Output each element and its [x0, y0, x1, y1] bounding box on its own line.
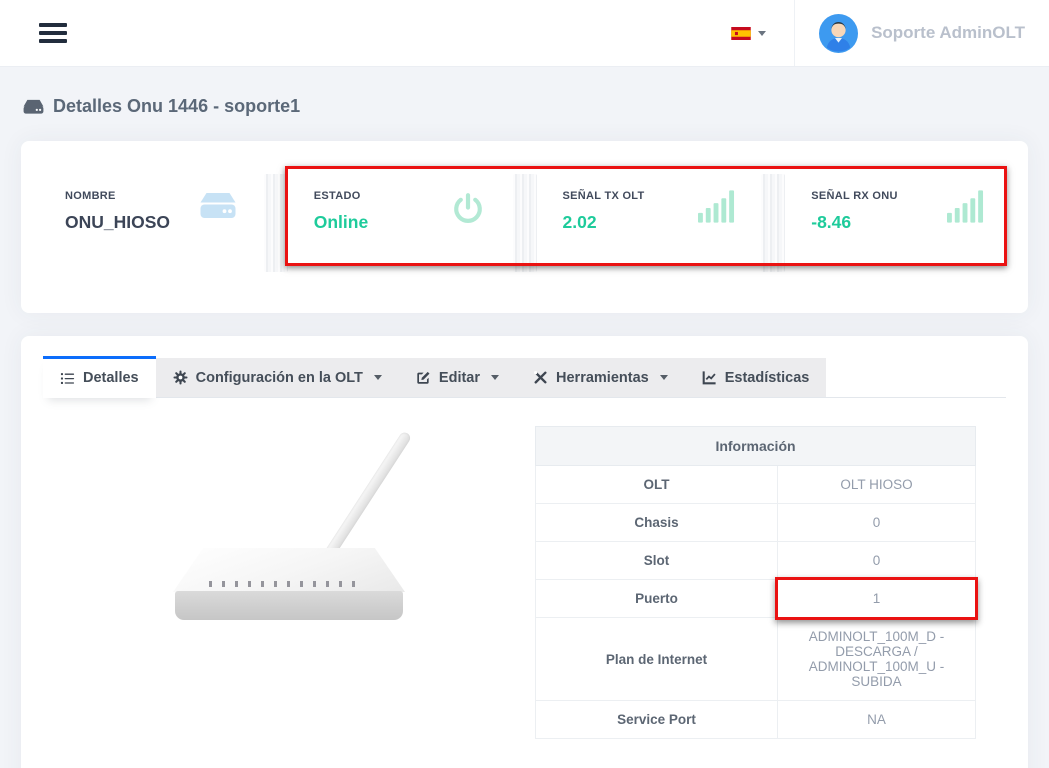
led-dot [261, 581, 264, 587]
stat-label: SEÑAL RX ONU [811, 190, 898, 202]
stat-value: 2.02 [563, 212, 645, 233]
top-header: Soporte AdminOLT [0, 0, 1049, 67]
signal-bars-icon [698, 190, 735, 223]
onu-product-image [173, 434, 405, 622]
onu-image-column [43, 426, 535, 739]
tab-label: Configuración en la OLT [196, 370, 363, 386]
led-dot [287, 581, 290, 587]
row-value: OLT HIOSO [778, 466, 976, 504]
info-table: Información OLT OLT HIOSO Chasis 0 [535, 426, 976, 739]
table-row: Service Port NA [536, 701, 976, 739]
stat-value: -8.46 [811, 212, 898, 233]
stat-label: ESTADO [314, 190, 368, 202]
table-row: OLT OLT HIOSO [536, 466, 976, 504]
chart-icon [702, 370, 717, 385]
stat-divider [264, 174, 288, 272]
chevron-down-icon [491, 375, 499, 380]
server-icon [198, 190, 238, 222]
stat-divider [761, 174, 785, 272]
row-value-highlighted-red: 1 [778, 580, 976, 618]
edit-icon [416, 370, 431, 385]
tab-detalles[interactable]: Detalles [43, 356, 156, 398]
tab-bar: Detalles Configuración en la OLT [43, 356, 1006, 398]
stat-senal-rx-onu: SEÑAL RX ONU -8.46 [785, 187, 1010, 233]
stats-row: NOMBRE ONU_HIOSO ESTADO Online [21, 141, 1028, 313]
avatar [819, 14, 858, 53]
chevron-down-icon [374, 375, 382, 380]
user-profile[interactable]: Soporte AdminOLT [794, 0, 1025, 66]
row-value: 0 [778, 504, 976, 542]
row-label: Service Port [536, 701, 778, 739]
table-row: Puerto 1 [536, 580, 976, 618]
led-dot [300, 581, 303, 587]
detalles-panel: Información OLT OLT HIOSO Chasis 0 [43, 426, 1006, 739]
tab-label: Herramientas [556, 370, 649, 386]
led-dot [235, 581, 238, 587]
row-value: NA [778, 701, 976, 739]
hamburger-icon [39, 31, 67, 35]
stat-label: SEÑAL TX OLT [563, 190, 645, 202]
gear-icon [173, 370, 188, 385]
stat-label: NOMBRE [65, 190, 170, 202]
onu-stats-card: NOMBRE ONU_HIOSO ESTADO Online [21, 141, 1028, 313]
onu-detail-card: Detalles Configuración en la OLT [21, 336, 1028, 768]
led-dot [339, 581, 342, 587]
stat-value: Online [314, 212, 368, 233]
row-label: Slot [536, 542, 778, 580]
led-dot [209, 581, 212, 587]
tab-label: Editar [439, 370, 480, 386]
tab-label: Estadísticas [725, 370, 810, 386]
table-header-row: Información [536, 427, 976, 466]
led-dot [352, 581, 355, 587]
led-dot [274, 581, 277, 587]
table-row: Chasis 0 [536, 504, 976, 542]
chevron-down-icon [660, 375, 668, 380]
row-label: Chasis [536, 504, 778, 542]
user-name: Soporte AdminOLT [871, 23, 1025, 43]
header-right: Soporte AdminOLT [731, 0, 1025, 66]
row-value: ADMINOLT_100M_D - DESCARGA / ADMINOLT_10… [778, 618, 976, 701]
led-dot [313, 581, 316, 587]
spain-flag-icon [731, 27, 751, 40]
page-title: Detalles Onu 1446 - soporte1 [53, 96, 300, 117]
breadcrumb: Detalles Onu 1446 - soporte1 [23, 96, 1028, 117]
tab-editar[interactable]: Editar [399, 358, 516, 397]
tab-label: Detalles [83, 370, 139, 386]
stat-divider [513, 174, 537, 272]
stat-nombre: NOMBRE ONU_HIOSO [39, 187, 264, 233]
chevron-down-icon [758, 31, 766, 36]
onu-led-row [209, 581, 355, 587]
list-icon [60, 371, 75, 386]
led-dot [248, 581, 251, 587]
stat-estado: ESTADO Online [288, 187, 513, 233]
stat-value: ONU_HIOSO [65, 212, 170, 233]
language-selector[interactable] [731, 27, 794, 40]
tab-estadisticas[interactable]: Estadísticas [685, 358, 827, 397]
hamburger-icon [39, 39, 67, 43]
table-row: Slot 0 [536, 542, 976, 580]
led-dot [222, 581, 225, 587]
hamburger-menu-button[interactable] [35, 19, 71, 47]
onu-body-base [175, 591, 403, 620]
row-label: Puerto [536, 580, 778, 618]
tools-icon [533, 370, 548, 385]
row-value: 0 [778, 542, 976, 580]
row-label: OLT [536, 466, 778, 504]
onu-device-icon [23, 98, 44, 115]
power-icon [449, 190, 487, 228]
tab-configuracion-olt[interactable]: Configuración en la OLT [156, 358, 399, 397]
hamburger-icon [39, 23, 67, 27]
main-content: Detalles Onu 1446 - soporte1 NOMBRE ONU_… [0, 96, 1049, 768]
tab-herramientas[interactable]: Herramientas [516, 358, 685, 397]
row-label: Plan de Internet [536, 618, 778, 701]
table-title: Información [536, 427, 976, 466]
tab-group: Configuración en la OLT Editar [156, 358, 827, 397]
led-dot [326, 581, 329, 587]
table-row: Plan de Internet ADMINOLT_100M_D - DESCA… [536, 618, 976, 701]
stat-senal-tx-olt: SEÑAL TX OLT 2.02 [537, 187, 762, 233]
info-table-column: Información OLT OLT HIOSO Chasis 0 [535, 426, 1006, 739]
signal-bars-icon [947, 190, 984, 223]
